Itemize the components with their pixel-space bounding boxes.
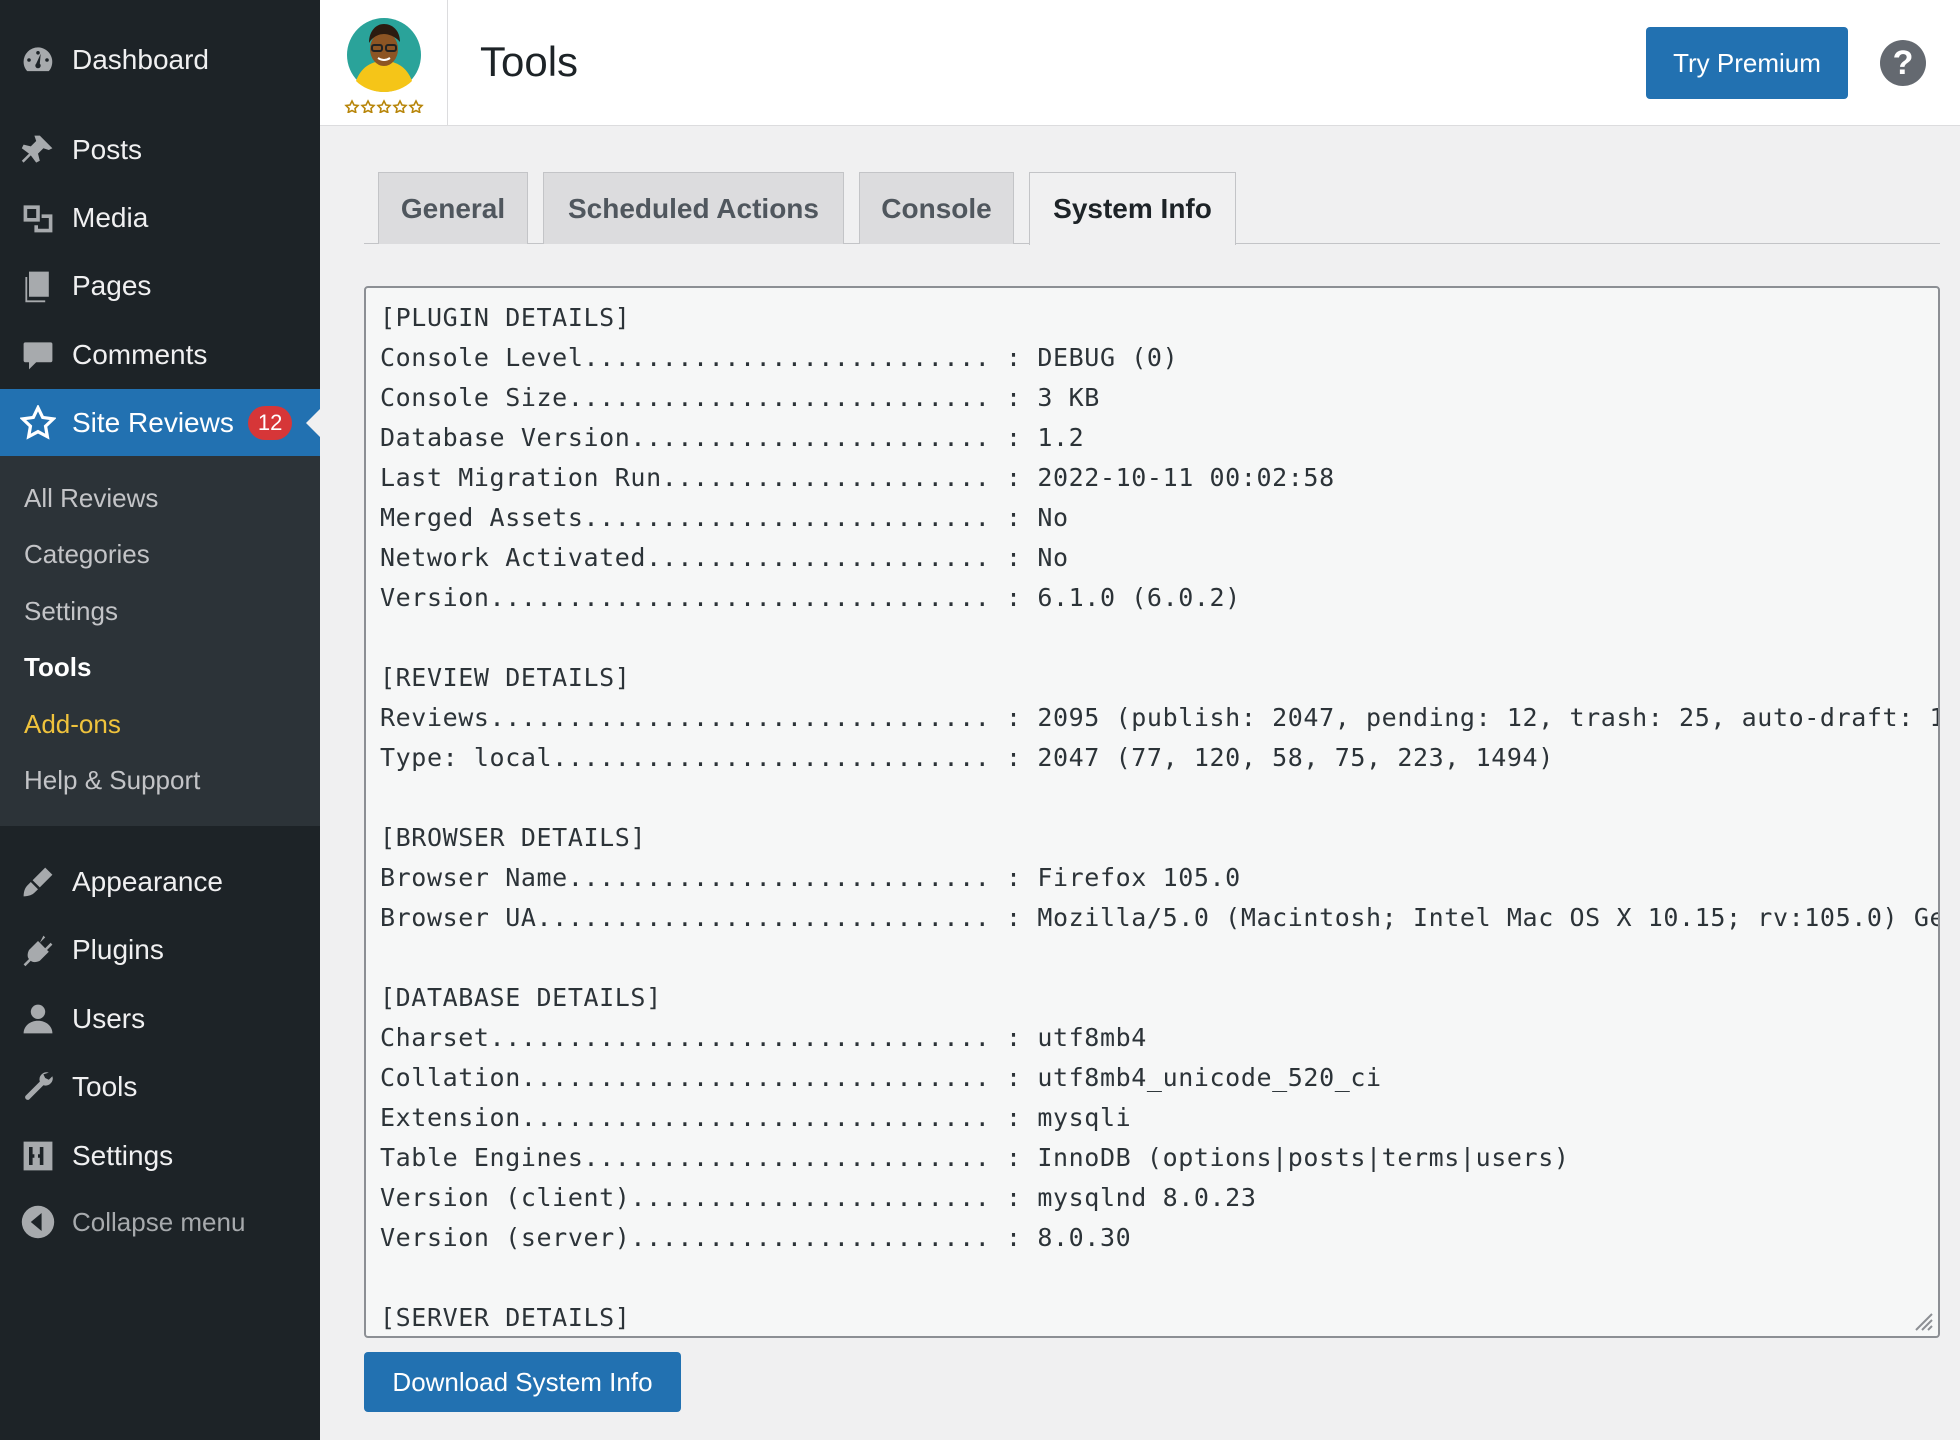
system-info-line: Type: local............................ … — [380, 743, 1554, 772]
submenu-settings[interactable]: Settings — [24, 591, 118, 631]
sidebar-item-label: Tools — [72, 1071, 138, 1102]
collapse-menu-label: Collapse menu — [72, 1206, 246, 1237]
system-info-line: Collation.............................. … — [380, 1063, 1382, 1092]
system-info-line: Browser Name........................... … — [380, 863, 1241, 892]
system-info-line: [DATABASE DETAILS] — [380, 983, 662, 1012]
system-info-line: Charset................................ … — [380, 1023, 1147, 1052]
submenu-categories[interactable]: Categories — [24, 534, 150, 574]
system-info-line: Network Activated...................... … — [380, 543, 1069, 572]
collapse-arrow-icon — [18, 1202, 58, 1242]
system-info-line: Table Engines.......................... … — [380, 1143, 1570, 1172]
system-info-line — [380, 938, 1938, 978]
system-info-line: Console Size........................... … — [380, 383, 1100, 412]
tab-scheduled-actions[interactable]: Scheduled Actions — [543, 172, 844, 244]
tab-general[interactable]: General — [378, 172, 528, 244]
system-info-line: Version................................ … — [380, 583, 1241, 612]
system-info-line: Extension.............................. … — [380, 1103, 1132, 1132]
tab-system-info[interactable]: System Info — [1029, 172, 1236, 245]
download-system-info-button[interactable]: Download System Info — [364, 1352, 681, 1412]
system-info-line: Reviews................................ … — [380, 703, 1940, 732]
sidebar-item-plugins[interactable]: Plugins — [0, 916, 320, 984]
system-info-line: [SERVER DETAILS] — [380, 1303, 631, 1332]
sidebar-item-settings[interactable]: Settings — [0, 1122, 320, 1190]
star-icon — [18, 403, 58, 443]
help-icon[interactable]: ? — [1880, 40, 1926, 86]
sidebar-item-tools[interactable]: Tools — [0, 1053, 320, 1121]
notification-badge: 12 — [247, 406, 293, 440]
sidebar-item-pages[interactable]: Pages — [0, 252, 320, 320]
sidebar-item-site-reviews[interactable]: Site Reviews 12 — [0, 389, 320, 457]
sidebar-item-appearance[interactable]: Appearance — [0, 848, 320, 916]
page-header: Tools Try Premium ? — [320, 0, 1960, 126]
pages-icon — [18, 266, 58, 306]
submenu-tools[interactable]: Tools — [24, 647, 91, 687]
system-info-line — [380, 1258, 1938, 1298]
media-icon — [18, 198, 58, 238]
sidebar-item-users[interactable]: Users — [0, 985, 320, 1053]
sidebar-item-media[interactable]: Media — [0, 184, 320, 252]
sidebar-item-label: Dashboard — [72, 44, 209, 75]
system-info-textarea[interactable]: [PLUGIN DETAILS] Console Level...........… — [364, 286, 1940, 1338]
system-info-line: Merged Assets.......................... … — [380, 503, 1069, 532]
sidebar-item-label: Users — [72, 1003, 146, 1034]
resize-grip-icon[interactable] — [1910, 1308, 1934, 1332]
sidebar-item-label: Settings — [72, 1140, 174, 1171]
system-info-line: Version (client)....................... … — [380, 1183, 1257, 1212]
user-icon — [18, 999, 58, 1039]
sliders-icon — [18, 1136, 58, 1176]
sidebar-item-label: Comments — [72, 339, 208, 370]
try-premium-button[interactable]: Try Premium — [1646, 27, 1848, 99]
site-reviews-submenu: All Reviews Categories Settings Tools Ad… — [0, 456, 320, 826]
submenu-all-reviews[interactable]: All Reviews — [24, 478, 158, 518]
plugin-logo — [320, 0, 448, 126]
system-info-line: Browser UA............................. … — [380, 903, 1938, 932]
sidebar-item-label: Plugins — [72, 934, 164, 965]
system-info-line: Last Migration Run..................... … — [380, 463, 1335, 492]
page-title: Tools — [480, 38, 579, 85]
pin-icon — [18, 130, 58, 170]
comment-icon — [18, 335, 58, 375]
tab-console[interactable]: Console — [859, 172, 1014, 244]
submenu-help-support[interactable]: Help & Support — [24, 760, 200, 800]
admin-sidebar: Dashboard Posts Media Pages Comments Sit… — [0, 0, 320, 1440]
sidebar-item-posts[interactable]: Posts — [0, 116, 320, 184]
system-info-line: [REVIEW DETAILS] — [380, 663, 631, 692]
sidebar-item-label: Media — [72, 202, 149, 233]
sidebar-item-dashboard[interactable]: Dashboard — [0, 26, 320, 94]
sidebar-item-label: Site Reviews — [72, 407, 234, 438]
system-info-line: [PLUGIN DETAILS] — [380, 303, 631, 332]
sidebar-item-label: Posts — [72, 134, 143, 165]
system-info-line — [380, 778, 1938, 818]
dashboard-icon — [18, 40, 58, 80]
system-info-line — [380, 618, 1938, 658]
system-info-line: Version (server)....................... … — [380, 1223, 1132, 1252]
sidebar-item-label: Appearance — [72, 866, 224, 897]
sidebar-item-comments[interactable]: Comments — [0, 321, 320, 389]
system-info-line: [BROWSER DETAILS] — [380, 823, 647, 852]
collapse-menu-button[interactable]: Collapse menu — [0, 1188, 320, 1256]
tab-bar: General Scheduled Actions Console System… — [364, 172, 1940, 245]
system-info-content: [PLUGIN DETAILS] Console Level...........… — [380, 298, 1940, 1336]
sidebar-item-label: Pages — [72, 270, 152, 301]
system-info-line: Database Version....................... … — [380, 423, 1085, 452]
system-info-line: Console Level.......................... … — [380, 343, 1179, 372]
active-indicator — [306, 409, 320, 437]
plug-icon — [18, 930, 58, 970]
submenu-add-ons[interactable]: Add-ons — [24, 704, 121, 744]
brush-icon — [18, 862, 58, 902]
wrench-icon — [18, 1067, 58, 1107]
